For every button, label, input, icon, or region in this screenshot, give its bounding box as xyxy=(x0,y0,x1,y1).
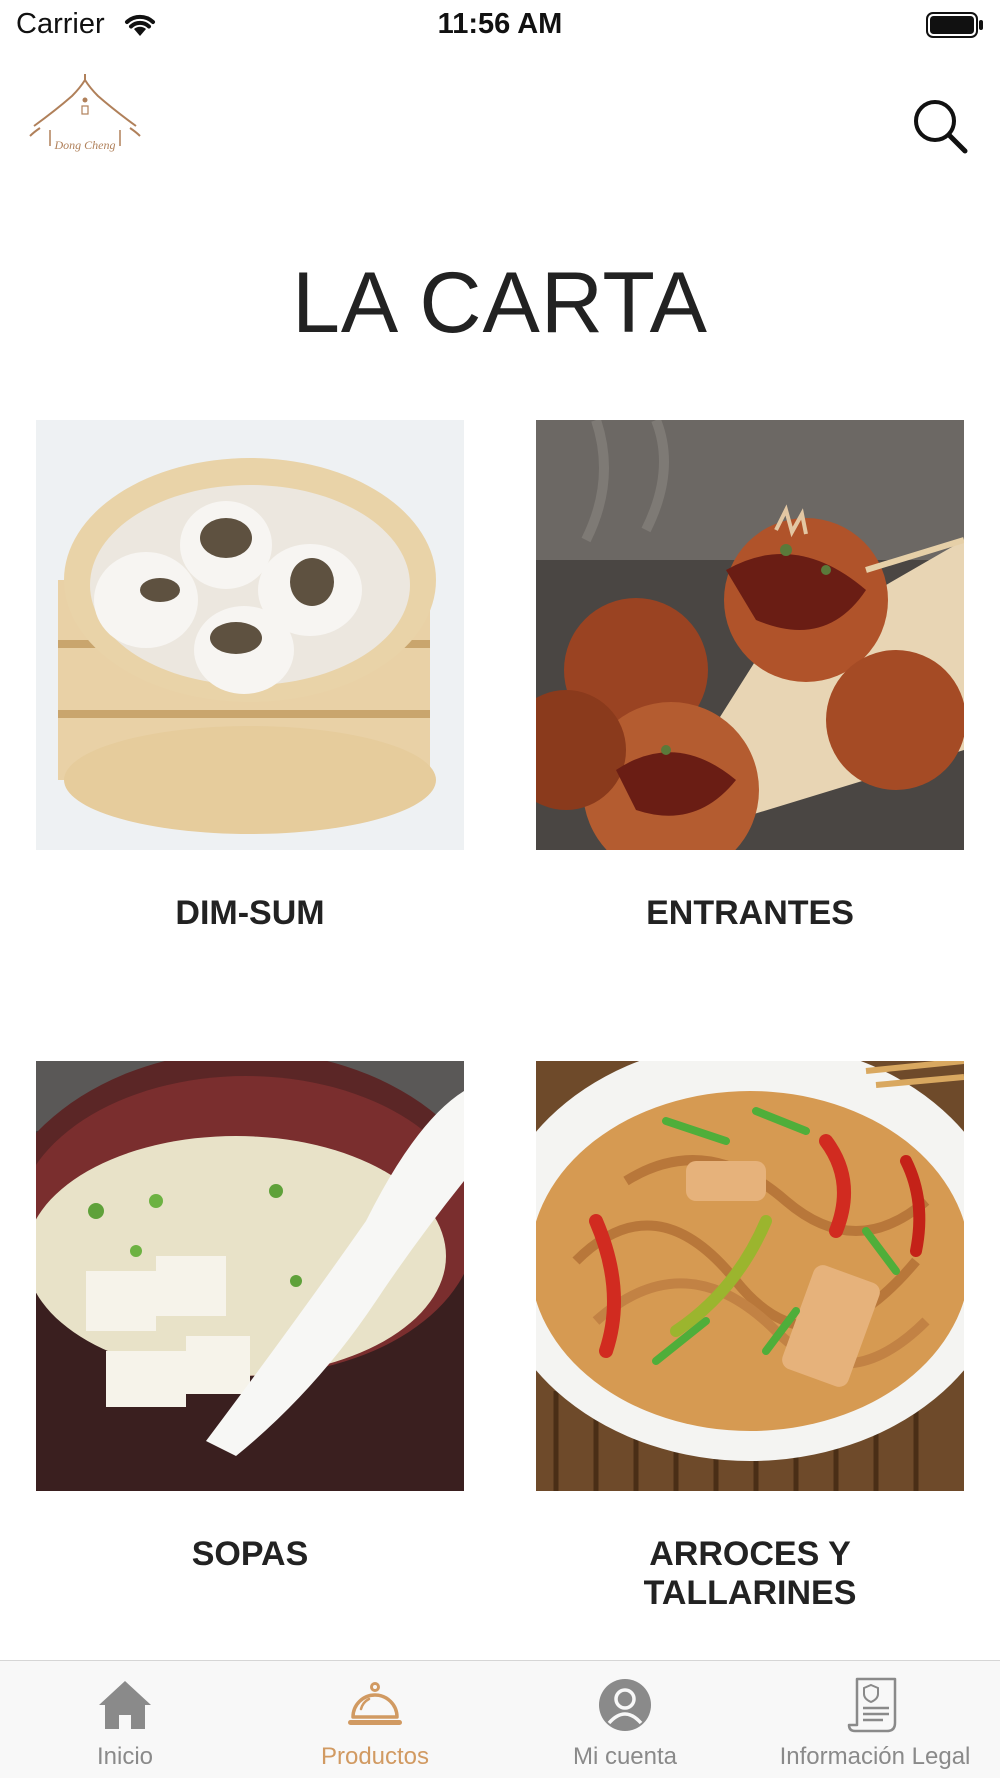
tab-label: Productos xyxy=(320,1743,430,1770)
tab-bar: Inicio Productos Mi cuenta Información L… xyxy=(0,1660,1000,1778)
entrantes-image xyxy=(536,420,964,850)
category-card-entrantes[interactable]: ENTRANTES xyxy=(536,420,964,933)
category-card-sopas[interactable]: SOPAS xyxy=(36,1061,464,1574)
app-screen: Carrier 11:56 AM Dong Cheng LA CARTA DIM… xyxy=(0,0,1000,1778)
status-time: 11:56 AM xyxy=(437,8,563,40)
category-card-dim-sum[interactable]: DIM-SUM xyxy=(36,420,464,933)
arroces-y-tallarines-image xyxy=(536,1061,964,1491)
search-icon xyxy=(914,100,968,154)
tab-productos[interactable]: Productos xyxy=(250,1661,500,1778)
cloche-icon xyxy=(348,1682,402,1725)
status-bar: Carrier 11:56 AM xyxy=(0,0,1000,50)
category-name: SOPAS xyxy=(191,1535,309,1573)
category-name: ARROCES Y TALLARINES xyxy=(643,1535,857,1612)
tab-label: Mi cuenta xyxy=(572,1743,678,1770)
user-icon xyxy=(599,1679,651,1731)
battery-full-icon xyxy=(926,12,983,38)
sopas-image xyxy=(36,1061,464,1491)
brand-logo[interactable]: Dong Cheng xyxy=(26,70,144,182)
tab-inicio[interactable]: Inicio xyxy=(0,1661,250,1778)
dim-sum-image xyxy=(36,420,464,850)
legal-document-icon xyxy=(847,1677,897,1733)
page-title: LA CARTA xyxy=(292,255,708,351)
tab-label: Inicio xyxy=(96,1743,154,1770)
tab-label: Información Legal xyxy=(779,1743,971,1770)
tab-informacion-legal[interactable]: Información Legal xyxy=(750,1661,1000,1778)
category-name: ENTRANTES xyxy=(646,894,854,932)
tab-mi-cuenta[interactable]: Mi cuenta xyxy=(500,1661,750,1778)
category-card-arroces-y-tallarines[interactable]: ARROCES Y TALLARINES xyxy=(536,1061,964,1613)
logo-text: Dong Cheng xyxy=(54,138,116,152)
category-name: DIM-SUM xyxy=(175,894,325,932)
home-icon xyxy=(99,1681,151,1729)
search-button[interactable] xyxy=(910,96,970,156)
